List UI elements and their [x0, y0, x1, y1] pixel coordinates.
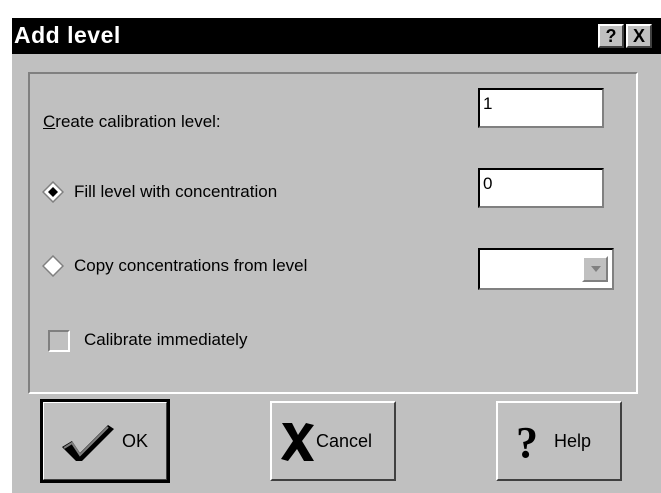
copy-level-radio[interactable] [42, 255, 64, 277]
help-button[interactable]: ? Help [496, 401, 622, 481]
add-level-dialog: Add level ? X Create calibration level: … [10, 16, 661, 493]
x-icon [281, 423, 314, 461]
options-panel: Create calibration level: 1 Fill level w… [28, 72, 638, 394]
close-button[interactable]: X [626, 24, 652, 48]
copy-level-label: Copy concentrations from level [74, 256, 308, 275]
calibration-level-input[interactable]: 1 [478, 88, 604, 128]
concentration-input[interactable]: 0 [478, 168, 604, 208]
help-title-button[interactable]: ? [598, 24, 624, 48]
cancel-label: Cancel [316, 431, 373, 451]
calibration-level-label-rest: reate calibration level: [55, 112, 221, 131]
calibration-level-mnemonic: C [43, 112, 56, 131]
copy-level-select[interactable] [478, 248, 614, 290]
cancel-button[interactable]: Cancel [270, 401, 396, 481]
chevron-down-icon[interactable] [582, 256, 608, 282]
svg-text:?: ? [516, 419, 538, 463]
title-bar: Add level ? X [12, 18, 661, 54]
calibrate-label: Calibrate immediately [84, 330, 248, 349]
dialog-title: Add level [14, 22, 121, 48]
ok-button[interactable]: OK [40, 399, 170, 483]
calibration-level-label: Create calibration level: [43, 112, 221, 132]
checkmark-icon [62, 425, 114, 461]
fill-level-radio[interactable] [42, 181, 64, 203]
ok-label: OK [122, 431, 149, 451]
calibrate-checkbox[interactable] [48, 330, 70, 352]
question-mark-icon: ? [516, 419, 538, 463]
fill-level-label: Fill level with concentration [74, 182, 278, 201]
help-label: Help [554, 431, 592, 451]
